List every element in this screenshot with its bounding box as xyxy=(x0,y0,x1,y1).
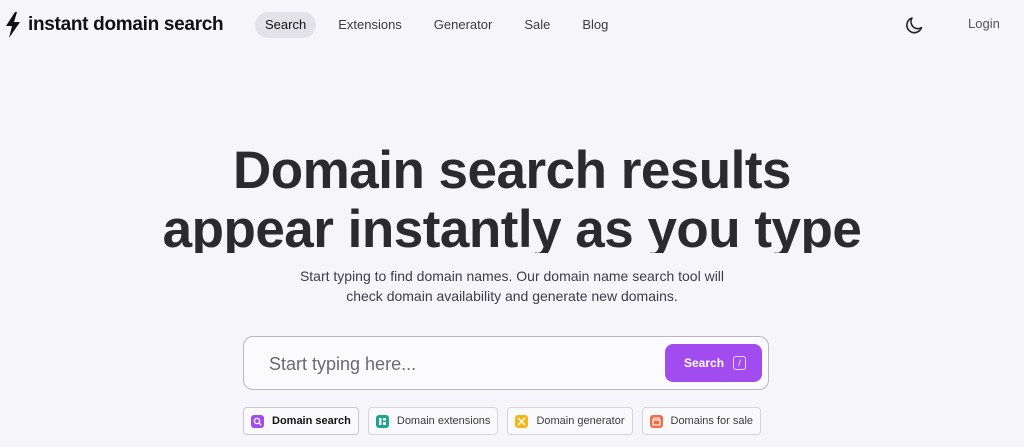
chip-domain-generator[interactable]: Domain generator xyxy=(507,407,633,435)
search-button[interactable]: Search / xyxy=(665,344,762,382)
page-title: Domain search results appear instantly a… xyxy=(0,141,1024,253)
title-line-1: Domain search results xyxy=(232,141,792,200)
header: instant domain search Search Extensions … xyxy=(0,0,1024,50)
moon-icon[interactable] xyxy=(905,15,925,35)
search-icon xyxy=(251,414,264,428)
keyboard-shortcut-hint: / xyxy=(733,356,746,370)
tool-chips: Domain search Domain extensions Domain g… xyxy=(243,407,770,435)
chip-label: Domains for sale xyxy=(670,415,754,427)
search-button-label: Search xyxy=(684,356,725,370)
brand-logo[interactable]: instant domain search xyxy=(4,10,224,40)
nav-generator[interactable]: Generator xyxy=(424,12,503,38)
chip-label: Domain search xyxy=(272,415,351,427)
nav-extensions[interactable]: Extensions xyxy=(328,12,412,38)
chip-label: Domain generator xyxy=(536,415,625,427)
title-line-2: appear instantly as you type xyxy=(162,200,862,253)
lightning-bolt-icon xyxy=(6,12,20,38)
search-input[interactable] xyxy=(269,352,649,376)
extensions-icon xyxy=(375,414,389,428)
main-nav: Search Extensions Generator Sale Blog xyxy=(255,12,630,38)
chip-label: Domain extensions xyxy=(396,415,491,427)
brand-name: instant domain search xyxy=(28,14,224,35)
chip-domain-search[interactable]: Domain search xyxy=(243,407,359,435)
page-subtitle: Start typing to find domain names. Our d… xyxy=(262,266,762,306)
subtitle-line-2: check domain availability and generate n… xyxy=(346,288,678,304)
search-box: Search / xyxy=(243,336,769,390)
shuffle-icon xyxy=(515,414,529,428)
nav-blog[interactable]: Blog xyxy=(572,12,618,38)
nav-search[interactable]: Search xyxy=(255,12,317,38)
chip-domain-extensions[interactable]: Domain extensions xyxy=(367,407,499,435)
subtitle-line-1: Start typing to find domain names. Our d… xyxy=(299,268,725,284)
store-icon xyxy=(649,414,663,428)
chip-domains-for-sale[interactable]: Domains for sale xyxy=(641,407,762,435)
nav-sale[interactable]: Sale xyxy=(514,12,560,38)
login-link[interactable]: Login xyxy=(968,16,1000,31)
